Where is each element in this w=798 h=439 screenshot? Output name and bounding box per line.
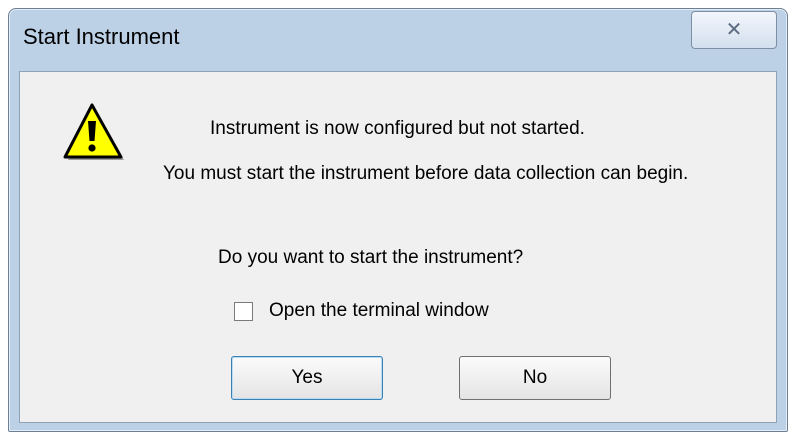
warning-icon	[63, 103, 124, 160]
title-bar[interactable]: Start Instrument ✕	[9, 9, 787, 69]
dialog-window: Start Instrument ✕ Instrument is now con…	[8, 8, 788, 432]
dialog-body: Instrument is now configured but not sta…	[19, 71, 777, 423]
no-button[interactable]: No	[459, 356, 611, 400]
dialog-title: Start Instrument	[23, 24, 180, 49]
message-line-2: You must start the instrument before dat…	[163, 163, 689, 184]
message-line-1: Instrument is now configured but not sta…	[210, 118, 585, 139]
question-text: Do you want to start the instrument?	[218, 247, 524, 268]
close-icon: ✕	[725, 19, 743, 41]
yes-button[interactable]: Yes	[231, 356, 383, 400]
terminal-window-option[interactable]: Open the terminal window	[234, 300, 489, 322]
open-terminal-label[interactable]: Open the terminal window	[269, 300, 489, 322]
open-terminal-checkbox[interactable]	[234, 301, 253, 321]
close-button[interactable]: ✕	[691, 11, 777, 49]
